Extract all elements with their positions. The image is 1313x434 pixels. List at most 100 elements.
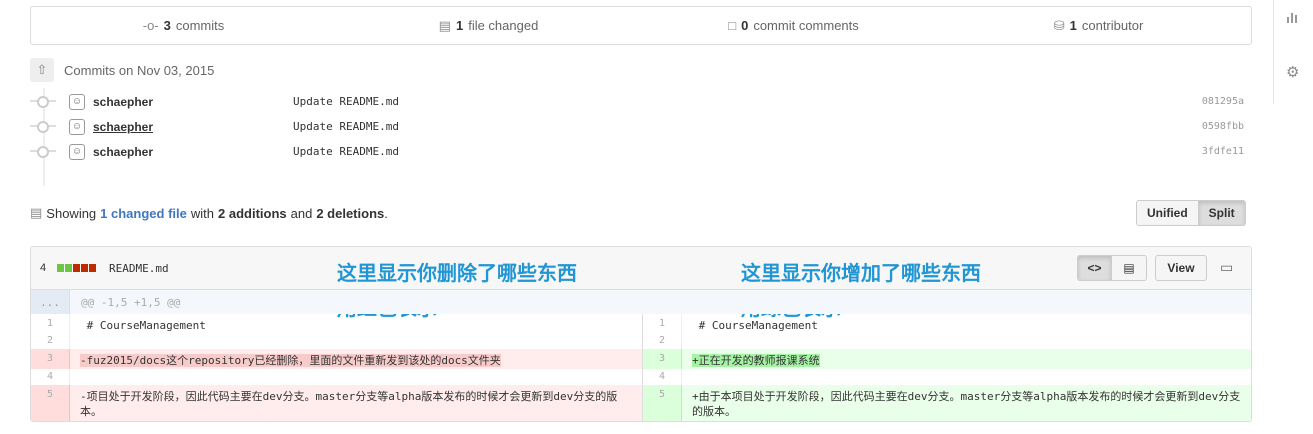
diff-row: 2 2	[31, 334, 1251, 349]
showing-prefix: Showing	[46, 205, 97, 221]
diff-right-line: 4	[642, 369, 1251, 385]
diff-summary-line: ▤ Showing 1 changed file with 2 addition…	[30, 201, 388, 225]
commits-count-tab[interactable]: -o- 3 commits	[31, 7, 336, 44]
line-number[interactable]: 4	[31, 369, 70, 385]
annotation-deleted-line1: 这里显示你删除了哪些东西	[337, 261, 577, 285]
files-changed-tab[interactable]: ▤ 1 file changed	[336, 7, 641, 44]
deleted-text: -fuz2015/docs这个repository已经删除，里面的文件重新发到该…	[80, 354, 501, 367]
diff-left-line: 2	[31, 334, 642, 349]
files-count: 1	[455, 18, 464, 33]
line-number[interactable]: 2	[31, 334, 70, 349]
diff-left-line: 5 -项目处于开发阶段，因此代码主要在dev分支。master分支等alpha版…	[31, 385, 642, 421]
diff-view-toggle: Unified Split	[1136, 200, 1246, 226]
diff-left-line: 3 -fuz2015/docs这个repository已经删除，里面的文件重新发…	[31, 349, 642, 369]
diff-row: 5 -项目处于开发阶段，因此代码主要在dev分支。master分支等alpha版…	[31, 385, 1251, 421]
avatar[interactable]: ☺	[69, 143, 85, 160]
deletions-count: 2 deletions	[316, 205, 385, 221]
file-diff-icon: ▤	[438, 17, 451, 33]
annotation-added-line1: 这里显示你增加了哪些东西	[741, 261, 981, 285]
line-number[interactable]: 1	[31, 314, 70, 334]
diffstat-bar	[57, 264, 96, 272]
hunk-header: ... @@ -1,5 +1,5 @@	[31, 290, 1251, 314]
diff-left-line: 1 # CourseManagement	[31, 314, 642, 334]
desktop-icon[interactable]: ▭	[1220, 259, 1233, 276]
commit-sha[interactable]: 0598fbb	[1202, 121, 1244, 132]
line-number[interactable]: 5	[31, 385, 70, 421]
graph-icon[interactable]	[1286, 10, 1300, 24]
rich-diff-icon[interactable]: ▤	[1112, 256, 1146, 280]
commit-dot-icon	[37, 95, 49, 108]
diff-row: 4 4	[31, 369, 1251, 385]
commit-message[interactable]: Update README.md	[293, 145, 399, 158]
unified-button[interactable]: Unified	[1137, 201, 1198, 225]
code-line: +由于本项目处于开发阶段，因此代码主要在dev分支。master分支等alpha…	[692, 390, 1241, 418]
code-line: -项目处于开发阶段，因此代码主要在dev分支。master分支等alpha版本发…	[80, 390, 618, 418]
line-number[interactable]: 1	[643, 314, 682, 334]
contributors-label: contributor	[1081, 18, 1144, 33]
showing-with: with	[190, 205, 214, 221]
line-number[interactable]: 2	[643, 334, 682, 349]
commit-sha[interactable]: 3fdfe11	[1202, 146, 1244, 157]
diff-change-count: 4	[40, 262, 47, 274]
file-diff: 4 README.md <> ▤ View ▭ 这里显示你删除了哪些东西 用红色…	[30, 246, 1252, 422]
commit-summary-bar: -o- 3 commits ▤ 1 file changed □ 0 commi…	[30, 6, 1252, 45]
line-number[interactable]: 3	[643, 349, 682, 369]
file-name[interactable]: README.md	[109, 262, 169, 275]
hunk-header-text: @@ -1,5 +1,5 @@	[81, 296, 181, 309]
diff-right-line: 3 +正在开发的教师报课系统	[642, 349, 1251, 369]
diff-right-line: 5 +由于本项目处于开发阶段，因此代码主要在dev分支。master分支等alp…	[642, 385, 1251, 421]
commit-message[interactable]: Update README.md	[293, 120, 399, 133]
avatar[interactable]: ☺	[69, 93, 85, 110]
commits-label: commits	[175, 18, 225, 33]
additions-count: 2 additions	[218, 205, 287, 221]
commit-author[interactable]: schaepher	[93, 120, 153, 134]
commits-date-label: Commits on Nov 03, 2015	[64, 62, 215, 78]
commit-sha[interactable]: 081295a	[1202, 96, 1244, 107]
code-view-icon[interactable]: <>	[1078, 256, 1112, 280]
gear-icon[interactable]: ⚙	[1286, 63, 1299, 81]
showing-period: .	[384, 205, 388, 221]
commit-icon: -o-	[142, 18, 159, 33]
organization-icon: ⛁	[1053, 17, 1065, 33]
file-header: 4 README.md <> ▤ View ▭	[31, 247, 1251, 290]
avatar[interactable]: ☺	[69, 118, 85, 135]
commit-comments-tab[interactable]: □ 0 commit comments	[641, 7, 946, 44]
line-number[interactable]: 3	[31, 349, 70, 369]
code-line: # CourseManagement	[80, 319, 206, 332]
line-number[interactable]: 4	[643, 369, 682, 385]
commit-dot-icon	[37, 145, 49, 158]
split-button[interactable]: Split	[1197, 201, 1245, 225]
commit-message[interactable]: Update README.md	[293, 95, 399, 108]
expand-lines-button[interactable]: ...	[31, 290, 70, 314]
commit-author[interactable]: schaepher	[93, 145, 153, 159]
commit-author[interactable]: schaepher	[93, 95, 153, 109]
commit-row: ☺ schaepher Update README.md 3fdfe11	[30, 139, 1252, 164]
commit-row: ☺ schaepher Update README.md 081295a	[30, 89, 1252, 114]
added-text: +正在开发的教师报课系统	[692, 354, 820, 367]
comments-label: commit comments	[753, 18, 859, 33]
changed-files-link[interactable]: 1 changed file	[100, 206, 187, 221]
diff-row: 1 # CourseManagement 1 # CourseManagemen…	[31, 314, 1251, 334]
commit-dot-icon	[37, 120, 49, 133]
commit-row: ☺ schaepher Update README.md 0598fbb	[30, 114, 1252, 139]
line-number[interactable]: 5	[643, 385, 682, 421]
right-sidebar: ⚙	[1273, 0, 1313, 104]
file-diff-icon: ▤	[30, 205, 43, 220]
diffstat-block	[65, 264, 72, 272]
code-line: -fuz2015/docs这个repository已经删除，里面的文件重新发到该…	[80, 353, 630, 368]
code-line: # CourseManagement	[692, 319, 818, 332]
code-line: +正在开发的教师报课系统	[692, 353, 1241, 368]
diffstat-block	[57, 264, 64, 272]
diff-left-line: 4	[31, 369, 642, 385]
showing-and: and	[290, 205, 313, 221]
diffstat-block	[81, 264, 88, 272]
diff-right-line: 1 # CourseManagement	[642, 314, 1251, 334]
repo-push-icon: ⇧	[30, 58, 54, 82]
diffstat-block	[73, 264, 80, 272]
commits-group-header: ⇧ Commits on Nov 03, 2015	[30, 57, 214, 83]
diffstat-block	[89, 264, 96, 272]
diff-row: 3 -fuz2015/docs这个repository已经删除，里面的文件重新发…	[31, 349, 1251, 369]
view-file-button[interactable]: View	[1155, 255, 1207, 281]
contributors-tab[interactable]: ⛁ 1 contributor	[946, 7, 1251, 44]
comment-icon: □	[728, 18, 737, 33]
